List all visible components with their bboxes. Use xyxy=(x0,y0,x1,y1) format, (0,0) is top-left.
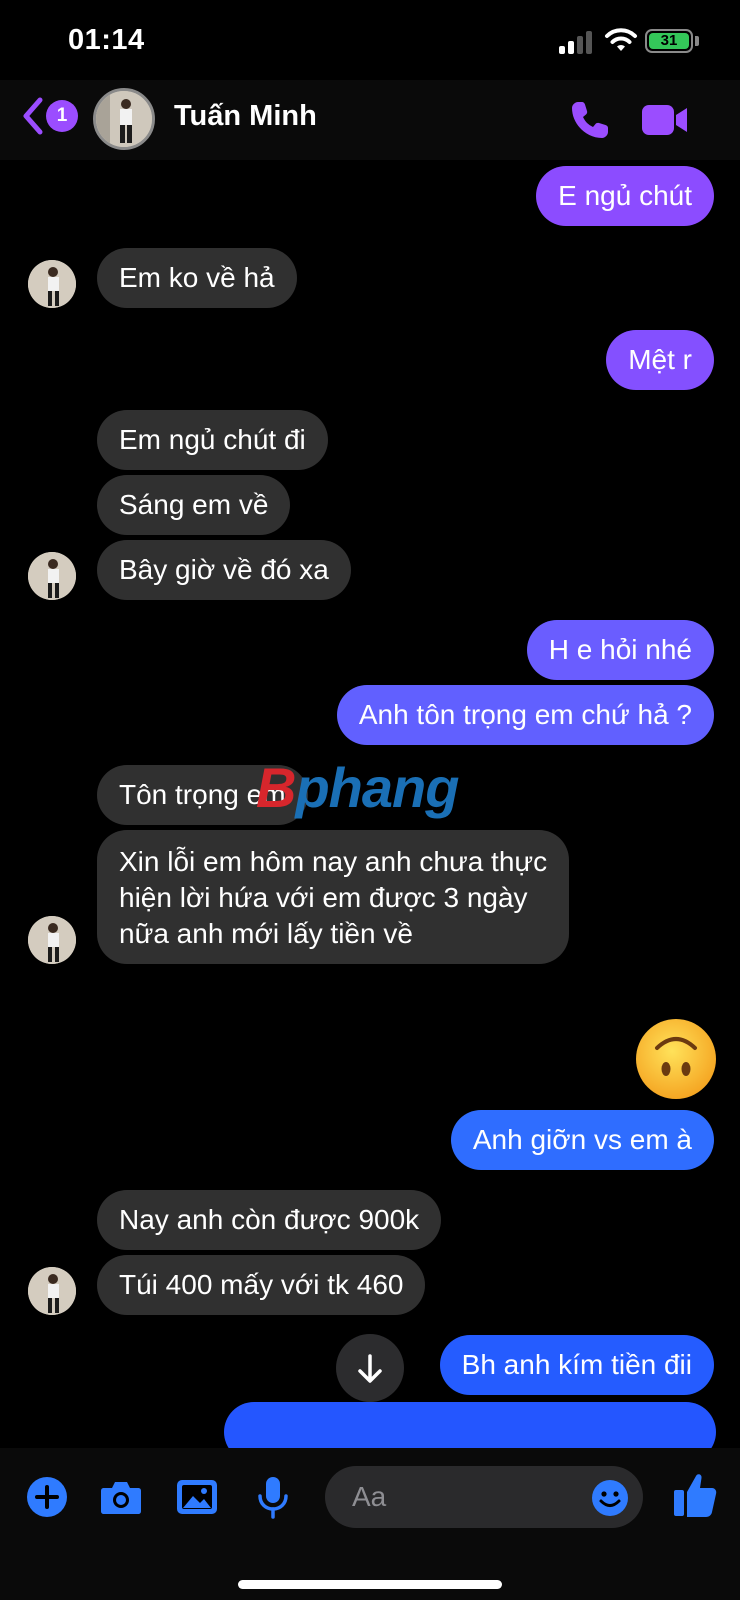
message-bubble-received[interactable]: Túi 400 mấy với tk 460 xyxy=(97,1255,426,1315)
message-bubble-received[interactable]: Nay anh còn được 900k xyxy=(97,1190,442,1250)
unread-count-badge: 1 xyxy=(46,100,78,132)
message-bubble-sent[interactable]: H e hỏi nhé xyxy=(526,620,714,680)
battery-cap xyxy=(695,36,699,46)
emoji-icon[interactable] xyxy=(590,1478,630,1518)
contact-avatar-small[interactable] xyxy=(28,1267,76,1315)
person-photo xyxy=(28,1267,76,1315)
home-indicator[interactable] xyxy=(238,1580,502,1589)
chevron-left-icon xyxy=(23,97,43,135)
message-bubble-sent[interactable]: E ngủ chút xyxy=(536,166,714,226)
message-list[interactable]: E ngủ chút Em ko về hả Mệt r Em ngủ chút… xyxy=(0,160,740,1448)
contact-avatar-small[interactable] xyxy=(28,916,76,964)
arrow-down-icon xyxy=(358,1354,382,1383)
image-gallery-icon[interactable] xyxy=(174,1474,220,1520)
upside-down-face-emoji[interactable] xyxy=(635,1018,717,1100)
thumbs-up-icon[interactable] xyxy=(672,1470,718,1520)
message-bubble-received[interactable]: Xin lỗi em hôm nay anh chưa thực hiện lờ… xyxy=(97,830,570,964)
cellular-signal-icon xyxy=(559,30,595,54)
person-photo xyxy=(96,91,152,147)
contact-avatar-small[interactable] xyxy=(28,260,76,308)
microphone-icon[interactable] xyxy=(250,1474,296,1520)
scroll-to-bottom-button[interactable] xyxy=(336,1334,404,1402)
contact-avatar-small[interactable] xyxy=(28,552,76,600)
message-bubble-sent[interactable]: Anh giỡn vs em à xyxy=(450,1110,714,1170)
phone-call-icon[interactable] xyxy=(568,98,612,142)
person-photo xyxy=(28,552,76,600)
status-time: 01:14 xyxy=(68,24,145,56)
chat-header: 1 Tuấn Minh xyxy=(0,80,740,160)
message-bubble-sent[interactable]: Bh anh kím tiền đii xyxy=(439,1335,714,1395)
status-bar: 01:14 31 xyxy=(0,0,740,80)
message-bubble-received[interactable]: Em ko về hả xyxy=(97,248,297,308)
wifi-icon xyxy=(605,28,637,51)
message-composer: Aa xyxy=(0,1448,740,1600)
contact-name[interactable]: Tuấn Minh xyxy=(174,100,317,133)
camera-icon[interactable] xyxy=(98,1474,144,1520)
plus-icon[interactable] xyxy=(24,1474,70,1520)
back-button[interactable]: 1 xyxy=(20,96,80,136)
message-bubble-sent-partial[interactable] xyxy=(224,1402,716,1448)
message-bubble-received[interactable]: Em ngủ chút đi xyxy=(97,410,328,470)
message-bubble-sent[interactable]: Mệt r xyxy=(606,330,714,390)
message-input[interactable]: Aa xyxy=(325,1466,643,1528)
battery-icon: 31 xyxy=(645,29,693,53)
person-photo xyxy=(28,260,76,308)
message-input-placeholder: Aa xyxy=(352,1481,387,1512)
message-bubble-received[interactable]: Bây giờ về đó xa xyxy=(97,540,351,600)
message-bubble-received[interactable]: Tôn trọng em xyxy=(97,765,308,825)
video-call-icon[interactable] xyxy=(641,102,689,138)
contact-avatar[interactable] xyxy=(93,88,155,150)
message-bubble-sent[interactable]: Anh tôn trọng em chứ hả ? xyxy=(336,685,714,745)
battery-level: 31 xyxy=(649,33,689,49)
message-bubble-received[interactable]: Sáng em về xyxy=(97,475,291,535)
person-photo xyxy=(28,916,76,964)
